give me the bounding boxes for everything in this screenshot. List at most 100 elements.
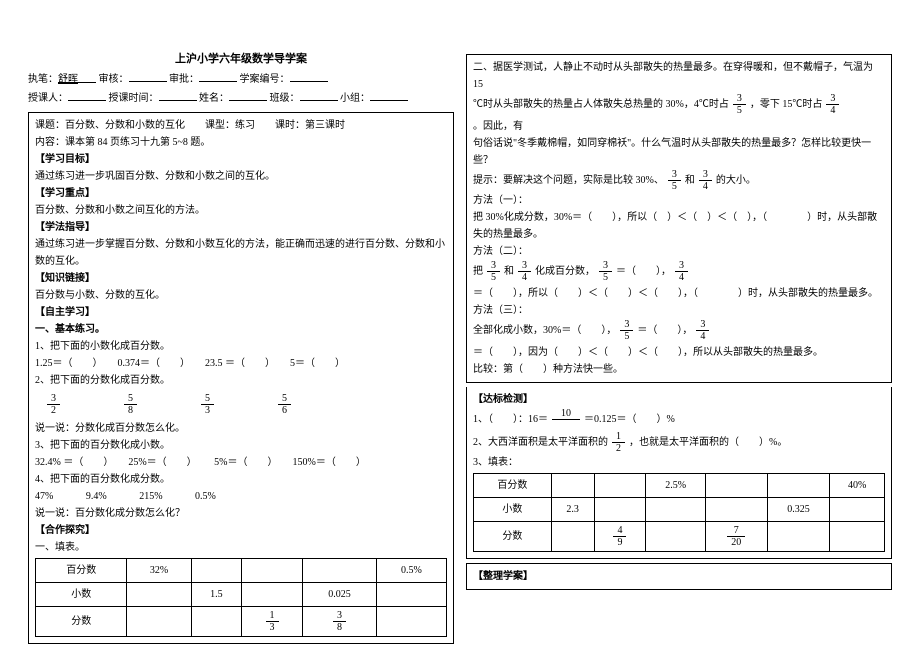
test-label: 【达标检测】	[473, 391, 885, 408]
method-1-text: 把 30%化成分数，30%＝（ ），所以（ ）＜（ ）＜（ ），（ ）时，从头部…	[473, 209, 885, 243]
blank-class[interactable]	[300, 89, 338, 101]
tbl2-c[interactable]	[705, 498, 767, 522]
table-row: 百分数 2.5% 40%	[474, 474, 885, 498]
tbl2-c[interactable]	[705, 474, 767, 498]
q4-explain: 说一说：百分数化成分数怎么化？	[35, 505, 447, 522]
q1a: 1、（ ）：16＝	[473, 411, 548, 428]
m3a: 全部化成小数，30%＝（ ），	[473, 322, 616, 339]
method-text: 通过练习进一步掌握百分数、分数和小数互化的方法，能正确而迅速的进行百分数、分数和…	[35, 236, 447, 270]
blank-review[interactable]	[129, 70, 167, 82]
lbl-teacher: 授课人：	[28, 93, 68, 104]
tbl1-c[interactable]	[303, 559, 377, 583]
self-study-label: 【自主学习】	[35, 304, 447, 321]
test-q3: 3、填表：	[473, 454, 885, 471]
q3-items: 32.4% ＝（ ） 25%＝（ ） 5%＝（ ） 150%＝（ ）	[35, 454, 447, 471]
tbl2-c[interactable]	[594, 498, 646, 522]
tbl2-c[interactable]	[594, 474, 646, 498]
hint-a: 提示：要解决这个问题，实际是比较 30%、	[473, 172, 664, 189]
fraction-3-5: 35	[599, 260, 612, 283]
q4-items: 47% 9.4% 215% 0.5%	[35, 488, 447, 505]
tbl2-c[interactable]	[830, 498, 885, 522]
fraction-3-4: 34	[675, 260, 688, 283]
fraction-3-4: 34	[699, 169, 712, 192]
fraction-3-5: 35	[620, 319, 633, 342]
q2-fractions: 32 58 53 56	[45, 393, 447, 416]
right-column: 二、据医学测试，人静止不动时从头部散失的热量最多。在穿得暖和，但不戴帽子，气温为…	[466, 50, 892, 644]
problem-text-2: ℃时从头部散失的热量占人体散失总热量的 30%，4℃时占 35 ，零下 15℃时…	[473, 93, 885, 135]
m2d: ＝（ ），	[616, 263, 671, 280]
problem-text-3: 句俗话说"冬季戴棉帽，如同穿棉袄"。什么气温时从头部散失的热量最多？怎样比较更快…	[473, 135, 885, 169]
q1b: ＝0.125＝（ ）%	[584, 411, 675, 428]
tbl1-c[interactable]	[376, 607, 446, 637]
coop-a: 一、填表。	[35, 539, 447, 556]
knowledge-text: 百分数与小数、分数的互化。	[35, 287, 447, 304]
tbl2-c: 40%	[830, 474, 885, 498]
q4-b: 9.4%	[86, 488, 107, 505]
tbl1-c[interactable]	[242, 559, 303, 583]
tbl1-h-decimal: 小数	[36, 583, 127, 607]
m3c: ＝（ ），因为（ ）＜（ ）＜（ ），所以从头部散失的热量最多。	[473, 344, 823, 361]
fraction-3-5: 35	[487, 260, 500, 283]
hint-line: 提示：要解决这个问题，实际是比较 30%、 35 和 34 的大小。	[473, 169, 885, 192]
tbl2-c[interactable]	[646, 522, 705, 552]
topic: 课题：百分数、分数和小数的互化	[35, 120, 185, 131]
test-q2: 2、大西洋面积是太平洋面积的 12 ，也就是太平洋面积的（ ）%。	[473, 431, 885, 454]
method-label: 【学法指导】	[35, 219, 447, 236]
header-row-1: 执笔：舒晖 审核： 审批： 学案编号：	[28, 70, 454, 89]
right-problem-box: 二、据医学测试，人静止不动时从头部散失的热量最多。在穿得暖和，但不戴帽子，气温为…	[466, 54, 892, 383]
fraction-3-5: 35	[668, 169, 681, 192]
table-row: 分数 13 38	[36, 607, 447, 637]
tbl1-c: 1.5	[191, 583, 241, 607]
basic-practice-label: 一、基本练习。	[35, 321, 447, 338]
m2c: 化成百分数，	[535, 263, 595, 280]
tbl1-h-percent: 百分数	[36, 559, 127, 583]
ptxt: ，零下 15℃时占	[750, 96, 823, 113]
tbl1-c[interactable]	[376, 583, 446, 607]
blank-teacher[interactable]	[68, 89, 106, 101]
header-row-2: 授课人： 授课时间： 姓名： 班级： 小组：	[28, 89, 454, 108]
worksheet-title: 上沪小学六年级数学导学案	[28, 50, 454, 66]
lbl-caseno: 学案编号：	[240, 74, 290, 85]
tbl1-c: 13	[242, 607, 303, 637]
writer-value: 舒晖	[58, 71, 96, 83]
fraction-5-6: 56	[278, 393, 291, 416]
tbl1-c[interactable]	[127, 607, 191, 637]
q4-c: 215%	[139, 488, 162, 505]
blank-group[interactable]	[370, 89, 408, 101]
method-2-label: 方法（二）：	[473, 243, 885, 260]
tbl2-c[interactable]	[767, 474, 830, 498]
period: 课时：第三课时	[275, 120, 345, 131]
lbl-class: 班级：	[270, 93, 300, 104]
m2b: 和	[504, 263, 514, 280]
tbl1-c[interactable]	[127, 583, 191, 607]
compare-line: 比较：第（ ）种方法快一些。	[473, 361, 885, 378]
tbl2-c[interactable]	[646, 498, 705, 522]
tbl2-c[interactable]	[551, 474, 594, 498]
tbl1-c[interactable]	[191, 559, 241, 583]
tbl2-c: 2.5%	[646, 474, 705, 498]
tbl2-h-fraction: 分数	[474, 522, 552, 552]
method-1-label: 方法（一）：	[473, 192, 885, 209]
q1-label: 1、把下面的小数化成百分数。	[35, 338, 447, 355]
tbl2-c[interactable]	[551, 522, 594, 552]
ptxt: ℃时从头部散失的热量占人体散失总热量的 30%，4℃时占	[473, 96, 729, 113]
blank-time[interactable]	[159, 89, 197, 101]
tbl2-c: 720	[705, 522, 767, 552]
fraction-3-4: 34	[826, 93, 839, 116]
q3-label: 3、把下面的百分数化成小数。	[35, 437, 447, 454]
tbl1-c[interactable]	[191, 607, 241, 637]
blank-approve[interactable]	[199, 70, 237, 82]
tbl2-c[interactable]	[830, 522, 885, 552]
m2a: 把	[473, 263, 483, 280]
q4-d: 0.5%	[195, 488, 216, 505]
lbl-review: 审核：	[99, 74, 129, 85]
coop-label: 【合作探究】	[35, 522, 447, 539]
tbl1-c: 0.5%	[376, 559, 446, 583]
blank-name[interactable]	[229, 89, 267, 101]
tbl1-c[interactable]	[242, 583, 303, 607]
tbl2-c[interactable]	[767, 522, 830, 552]
tbl2-c: 49	[594, 522, 646, 552]
fraction-3-4: 34	[518, 260, 531, 283]
blank-caseno[interactable]	[290, 70, 328, 82]
fraction-5-8: 58	[124, 393, 137, 416]
